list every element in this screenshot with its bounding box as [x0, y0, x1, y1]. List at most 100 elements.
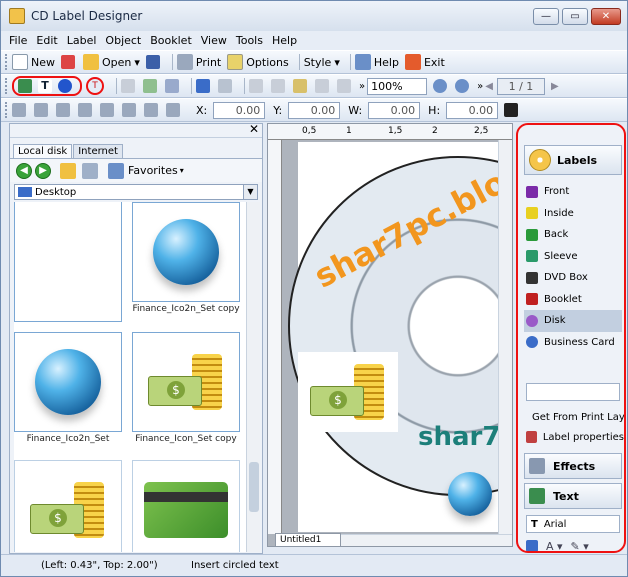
align-right-icon[interactable]: [56, 103, 70, 117]
menu-edit[interactable]: Edit: [36, 34, 57, 47]
label-properties-link[interactable]: Label properties: [526, 427, 624, 447]
print-button[interactable]: Print: [176, 54, 221, 70]
zoom-select[interactable]: 100%: [367, 77, 428, 95]
canvas-money-image[interactable]: [298, 352, 398, 432]
label-item-business-card[interactable]: Business Card: [526, 332, 624, 354]
file-grid-scrollbar[interactable]: [246, 202, 260, 552]
label-page[interactable]: shar7pc.blo shar7: [288, 142, 512, 532]
file-item[interactable]: [14, 460, 122, 552]
style-button[interactable]: Style ▾: [304, 56, 340, 69]
group-icon[interactable]: [315, 79, 329, 93]
y-field[interactable]: 0.00: [288, 101, 341, 119]
send-back-icon[interactable]: [166, 103, 180, 117]
menu-label[interactable]: Label: [67, 34, 97, 47]
labels-header[interactable]: Labels: [524, 145, 622, 175]
label-item-booklet[interactable]: Booklet: [526, 289, 624, 311]
canvas-globe-image[interactable]: [448, 472, 492, 516]
path-select[interactable]: Desktop ▼: [14, 184, 258, 200]
toolbar-grip[interactable]: [5, 102, 8, 118]
align-middle-icon[interactable]: [100, 103, 114, 117]
label-item-disk[interactable]: Disk: [524, 310, 622, 332]
file-item[interactable]: [14, 202, 122, 322]
menu-file[interactable]: File: [9, 34, 27, 47]
undo-icon[interactable]: [196, 79, 210, 93]
label-item-inside[interactable]: Inside: [526, 203, 624, 225]
maximize-button[interactable]: ▭: [562, 8, 588, 25]
insert-circled-text-icon[interactable]: T: [86, 77, 104, 95]
menu-booklet[interactable]: Booklet: [150, 34, 192, 47]
label-item-back[interactable]: Back: [526, 224, 624, 246]
zoom-in-icon[interactable]: [433, 79, 448, 93]
exit-button[interactable]: Exit: [404, 54, 445, 70]
menu-tools[interactable]: Tools: [236, 34, 263, 47]
insert-shape-icon[interactable]: [58, 79, 72, 93]
paste-icon[interactable]: [293, 79, 307, 93]
close-button[interactable]: ✕: [591, 8, 621, 25]
font-style-icon[interactable]: A ▾: [546, 540, 563, 552]
canvas-vscrollbar[interactable]: [498, 140, 512, 534]
tab-local-disk[interactable]: Local disk: [13, 144, 73, 158]
new-button[interactable]: New: [12, 54, 55, 70]
label-item-sleeve[interactable]: Sleeve: [526, 246, 624, 268]
menu-view[interactable]: View: [201, 34, 227, 47]
align-center-icon[interactable]: [34, 103, 48, 117]
copy-icon[interactable]: [271, 79, 285, 93]
file-item[interactable]: [132, 460, 240, 552]
font-select[interactable]: T Arial: [526, 515, 620, 533]
panel-header: ✕: [10, 122, 262, 138]
tab-internet[interactable]: Internet: [73, 144, 123, 158]
align-left-icon[interactable]: [12, 103, 26, 117]
options-button[interactable]: Options: [227, 54, 289, 70]
menu-object[interactable]: Object: [105, 34, 141, 47]
effects-header[interactable]: Effects: [524, 453, 622, 479]
front-icon: [526, 185, 538, 198]
file-item[interactable]: Finance_Ico2n_Set copy: [132, 202, 240, 314]
save-icon[interactable]: [145, 55, 160, 69]
file-item[interactable]: Finance_Icon_Set copy: [132, 332, 240, 444]
label-item-dvd-box[interactable]: DVD Box: [526, 267, 624, 289]
view-mode-icon[interactable]: [82, 162, 98, 179]
x-field[interactable]: 0.00: [213, 101, 266, 119]
insert-image-icon[interactable]: [18, 79, 32, 93]
align-bottom-icon[interactable]: [122, 103, 136, 117]
close-panel-icon[interactable]: ✕: [249, 122, 259, 136]
design-canvas[interactable]: 0,5 1 1,5 2 2,5 shar7pc.blo shar7: [267, 123, 513, 547]
menu-help[interactable]: Help: [272, 34, 297, 47]
bring-icon[interactable]: [165, 79, 179, 93]
back-icon[interactable]: ◀: [16, 162, 32, 179]
bring-front-icon[interactable]: [144, 103, 158, 117]
next-page-icon[interactable]: ▶: [551, 81, 559, 92]
zoom-out-icon[interactable]: [455, 79, 470, 93]
open-button[interactable]: Open ▾: [83, 54, 140, 70]
properties-icon[interactable]: [143, 79, 157, 93]
label-item-front[interactable]: Front: [526, 181, 624, 203]
chevron-down-icon[interactable]: ▼: [243, 185, 257, 199]
labels-panel: Labels Front Inside Back Sleeve DVD Box …: [516, 123, 626, 553]
ungroup-icon[interactable]: [337, 79, 351, 93]
help-button[interactable]: Help: [354, 54, 399, 70]
forward-icon[interactable]: ▶: [35, 162, 51, 179]
minimize-button[interactable]: —: [533, 8, 559, 25]
vertical-ruler: [268, 140, 282, 534]
cut-icon[interactable]: [249, 79, 263, 93]
text-header[interactable]: Text: [524, 483, 622, 509]
file-item[interactable]: Finance_Ico2n_Set: [14, 332, 122, 444]
w-field[interactable]: 0.00: [368, 101, 421, 119]
favorites-button[interactable]: Favorites: [128, 164, 178, 177]
lock-icon[interactable]: [504, 103, 519, 117]
text-color-icon[interactable]: [526, 540, 538, 551]
h-field[interactable]: 0.00: [446, 101, 499, 119]
insert-text-icon[interactable]: T: [38, 79, 52, 93]
get-from-print-layout-link[interactable]: Get From Print Lay: [526, 407, 624, 427]
document-tab[interactable]: Untitled1: [275, 533, 341, 547]
redo-icon[interactable]: [218, 79, 232, 93]
toolbar-grip[interactable]: [5, 78, 8, 94]
up-folder-icon[interactable]: [60, 162, 76, 179]
canvas-text[interactable]: shar7: [418, 422, 500, 452]
align-top-icon[interactable]: [78, 103, 92, 117]
wizard-icon[interactable]: [61, 55, 75, 69]
pen-icon[interactable]: ✎ ▾: [571, 540, 589, 552]
delete-icon[interactable]: [121, 79, 135, 93]
prev-page-icon[interactable]: ◀: [485, 81, 493, 92]
toolbar-grip[interactable]: [5, 54, 8, 70]
